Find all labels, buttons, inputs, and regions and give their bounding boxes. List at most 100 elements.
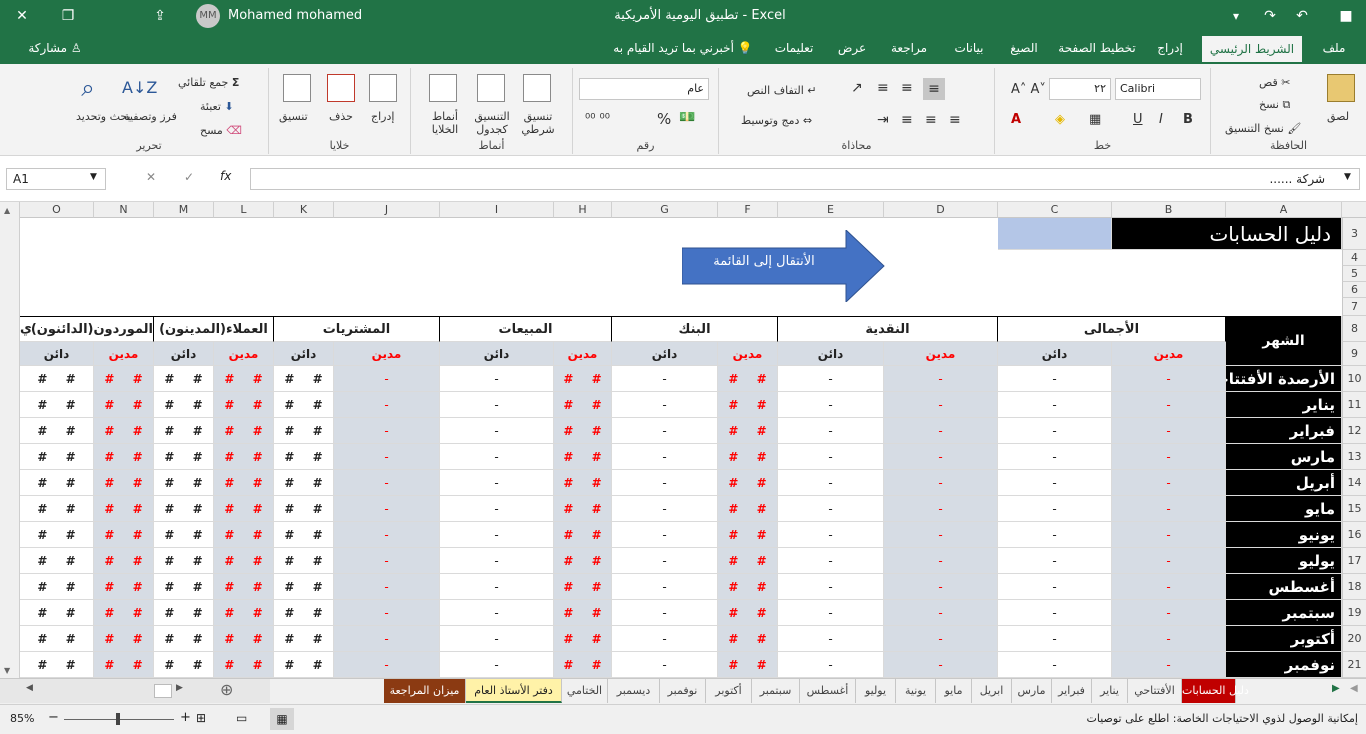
align-right-icon[interactable]: ≡ xyxy=(949,112,961,128)
credit-cell[interactable]: # # xyxy=(20,392,94,418)
credit-cell[interactable]: - xyxy=(998,574,1112,600)
credit-cell[interactable]: - xyxy=(612,574,718,600)
debit-cell[interactable]: - xyxy=(334,652,440,678)
decimal-icons[interactable]: ⁰⁰ ⁰⁰ xyxy=(585,112,610,127)
credit-cell[interactable]: - xyxy=(612,496,718,522)
column-header-B[interactable]: B xyxy=(1112,202,1226,218)
group-header[interactable]: المبيعات xyxy=(440,316,612,342)
name-box-dropdown-icon[interactable]: ▼ xyxy=(90,172,97,182)
month-label[interactable]: يونيو xyxy=(1226,522,1342,548)
row-header-15[interactable]: 15 xyxy=(1342,496,1366,522)
credit-cell[interactable]: - xyxy=(778,522,884,548)
fill-button[interactable]: تعبئة ⬇ xyxy=(200,100,234,113)
credit-cell[interactable]: # # xyxy=(20,626,94,652)
row-header-17[interactable]: 17 xyxy=(1342,548,1366,574)
row-header-18[interactable]: 18 xyxy=(1342,574,1366,600)
debit-cell[interactable]: # # xyxy=(554,522,612,548)
tab-view[interactable]: عرض xyxy=(832,32,872,64)
cancel-icon[interactable]: ✕ xyxy=(146,170,156,184)
insert-cells-icon[interactable] xyxy=(369,74,397,102)
debit-cell[interactable]: # # xyxy=(554,652,612,678)
credit-cell[interactable]: # # xyxy=(274,574,334,600)
format-painter-button[interactable]: نسخ التنسيق 🖌 xyxy=(1225,122,1301,135)
column-header-H[interactable]: H xyxy=(554,202,612,218)
accessibility-status[interactable]: إمكانية الوصول لذوي الاحتياجات الخاصة: ا… xyxy=(1086,712,1358,725)
group-header[interactable]: الموردون(الدائنون) xyxy=(20,316,154,342)
page-break-view-icon[interactable]: ⊞ xyxy=(196,711,206,725)
debit-cell[interactable]: # # xyxy=(554,600,612,626)
delete-button[interactable]: حذف xyxy=(329,110,353,123)
month-label[interactable]: سبتمبر xyxy=(1226,600,1342,626)
debit-cell[interactable]: # # xyxy=(718,470,778,496)
tab-file[interactable]: ملف xyxy=(1314,32,1354,64)
credit-cell[interactable]: # # xyxy=(154,418,214,444)
credit-cell[interactable]: - xyxy=(440,548,554,574)
row-header-8[interactable]: 8 xyxy=(1342,316,1366,342)
row-header-14[interactable]: 14 xyxy=(1342,470,1366,496)
credit-header[interactable]: دائن xyxy=(440,342,554,366)
zoom-in-icon[interactable]: + xyxy=(180,710,191,725)
credit-cell[interactable]: # # xyxy=(274,600,334,626)
page-layout-view-icon[interactable]: ▭ xyxy=(236,711,247,725)
credit-header[interactable]: دائن xyxy=(778,342,884,366)
month-label[interactable]: أبريل xyxy=(1226,470,1342,496)
credit-cell[interactable]: - xyxy=(612,626,718,652)
debit-cell[interactable]: # # xyxy=(94,470,154,496)
debit-cell[interactable]: - xyxy=(1112,574,1226,600)
debit-cell[interactable]: - xyxy=(884,366,998,392)
credit-cell[interactable]: - xyxy=(778,444,884,470)
credit-cell[interactable]: - xyxy=(778,600,884,626)
credit-header[interactable]: دائن xyxy=(274,342,334,366)
redo-icon[interactable]: ↷ xyxy=(1260,0,1280,32)
debit-cell[interactable]: - xyxy=(884,496,998,522)
debit-cell[interactable]: # # xyxy=(718,366,778,392)
restore-icon[interactable]: ❐ xyxy=(54,0,82,32)
debit-cell[interactable]: - xyxy=(1112,496,1226,522)
find-select-button[interactable]: بحث وتحديد xyxy=(76,110,131,123)
month-label[interactable]: نوفمبر xyxy=(1226,652,1342,678)
debit-cell[interactable]: # # xyxy=(718,392,778,418)
clear-button[interactable]: مسح ⌫ xyxy=(200,124,242,137)
number-format-select[interactable]: عام xyxy=(579,78,709,100)
save-icon[interactable]: ■ xyxy=(1336,0,1356,32)
enter-icon[interactable]: ✓ xyxy=(184,170,194,184)
fill-color-icon[interactable]: ◈ xyxy=(1055,112,1065,127)
month-label[interactable]: فبراير xyxy=(1226,418,1342,444)
credit-cell[interactable]: - xyxy=(998,600,1112,626)
credit-cell[interactable]: # # xyxy=(20,470,94,496)
tab-review[interactable]: مراجعة xyxy=(884,32,934,64)
credit-cell[interactable]: # # xyxy=(154,626,214,652)
grow-shrink-font-icon[interactable]: A˄ A˅ xyxy=(1011,82,1046,97)
cut-button[interactable]: قص ✂ xyxy=(1259,76,1290,89)
credit-cell[interactable]: - xyxy=(440,574,554,600)
debit-cell[interactable]: # # xyxy=(214,366,274,392)
font-name-select[interactable]: Calibri xyxy=(1115,78,1201,100)
debit-cell[interactable]: - xyxy=(1112,548,1226,574)
debit-cell[interactable]: # # xyxy=(718,444,778,470)
cell-styles-button[interactable]: أنماط الخلايا xyxy=(425,110,465,136)
credit-cell[interactable]: - xyxy=(998,626,1112,652)
credit-cell[interactable]: # # xyxy=(274,470,334,496)
credit-cell[interactable]: # # xyxy=(20,652,94,678)
credit-cell[interactable]: # # xyxy=(20,496,94,522)
column-header-O[interactable]: O xyxy=(20,202,94,218)
credit-cell[interactable]: - xyxy=(778,418,884,444)
credit-cell[interactable]: - xyxy=(440,496,554,522)
group-header[interactable]: الأجمالى xyxy=(998,316,1226,342)
avatar[interactable]: MM xyxy=(196,4,220,28)
credit-cell[interactable]: # # xyxy=(274,548,334,574)
debit-cell[interactable]: - xyxy=(1112,418,1226,444)
sheet-tab[interactable]: يوليو xyxy=(856,679,896,703)
row-header-10[interactable]: 10 xyxy=(1342,366,1366,392)
share-button[interactable]: مشاركة ♙ xyxy=(20,32,90,64)
debit-cell[interactable]: - xyxy=(884,548,998,574)
credit-cell[interactable]: # # xyxy=(274,418,334,444)
zoom-out-icon[interactable]: − xyxy=(48,710,59,725)
credit-cell[interactable]: - xyxy=(440,392,554,418)
credit-cell[interactable]: - xyxy=(778,496,884,522)
debit-header[interactable]: مدين xyxy=(1112,342,1226,366)
debit-cell[interactable]: # # xyxy=(554,444,612,470)
credit-cell[interactable]: # # xyxy=(20,366,94,392)
group-header[interactable]: المشتريات xyxy=(274,316,440,342)
credit-cell[interactable]: # # xyxy=(154,574,214,600)
